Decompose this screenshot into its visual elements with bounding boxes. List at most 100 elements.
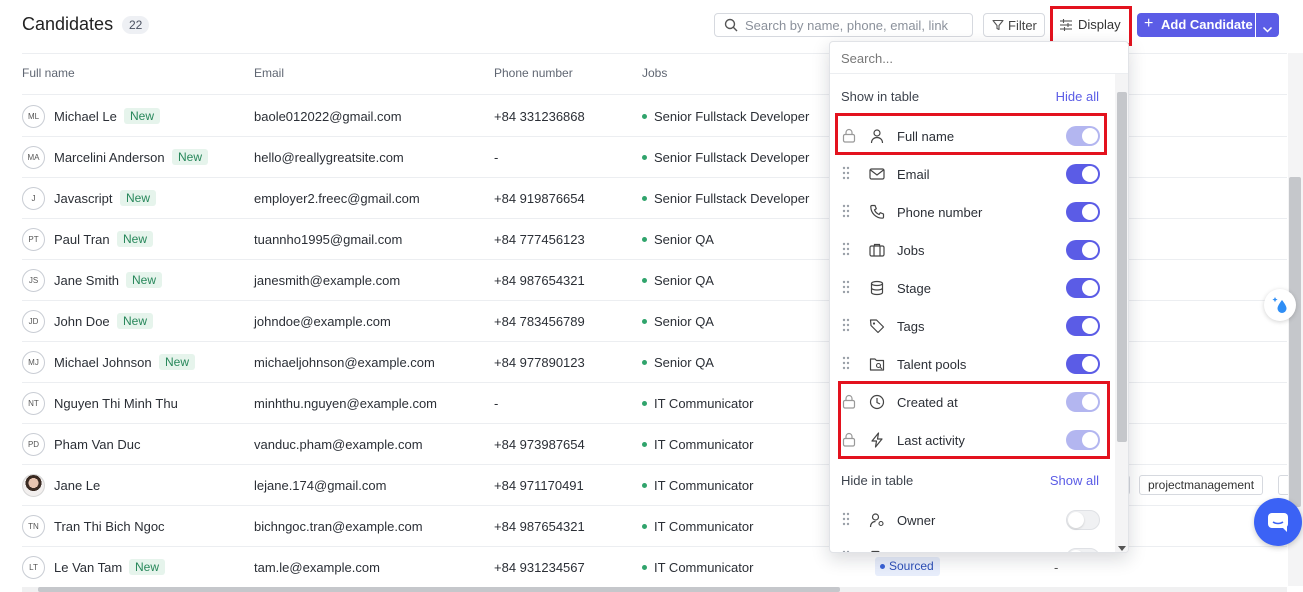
column-item-tags[interactable]: Tags: [830, 307, 1115, 345]
candidate-email: minhthu.nguyen@example.com: [254, 396, 438, 411]
candidate-job: Senior Fullstack Developer: [642, 150, 809, 165]
lock-icon: [842, 394, 856, 412]
chevron-down-icon: [1262, 21, 1273, 39]
column-toggle[interactable]: [1066, 510, 1100, 530]
new-badge: New: [120, 190, 157, 206]
avatar: JS: [22, 269, 45, 292]
avatar: TN: [22, 515, 45, 538]
column-item-jobs[interactable]: Jobs: [830, 231, 1115, 269]
candidate-name[interactable]: Michael Johnson: [54, 355, 152, 370]
panel-scrollbar[interactable]: [1115, 74, 1128, 552]
drag-handle-icon[interactable]: [842, 166, 850, 183]
candidate-phone: +84 919876654: [494, 191, 585, 206]
column-toggle[interactable]: [1066, 202, 1100, 222]
candidate-phone: +84 977890123: [494, 355, 585, 370]
hide-in-table-heading: Hide in table: [841, 473, 914, 488]
scroll-down-arrow[interactable]: [1118, 546, 1126, 551]
column-item-owner[interactable]: Owner: [830, 501, 1115, 539]
panel-search-box[interactable]: [830, 42, 1128, 74]
column-toggle[interactable]: [1066, 548, 1100, 552]
scrollbar-thumb[interactable]: [1289, 177, 1301, 507]
candidate-name[interactable]: Le Van Tam: [54, 560, 122, 575]
drag-handle-icon[interactable]: [842, 242, 850, 259]
drag-handle-icon[interactable]: [842, 318, 850, 335]
column-item-last-activity[interactable]: Last activity: [830, 421, 1115, 459]
drag-handle-icon[interactable]: [842, 512, 850, 529]
horizontal-scrollbar[interactable]: [22, 587, 1287, 592]
scrollbar-thumb[interactable]: [1117, 92, 1127, 442]
drag-handle-icon[interactable]: [842, 280, 850, 297]
candidate-name[interactable]: Javascript: [54, 191, 113, 206]
tag-icon: [869, 318, 885, 337]
avatar: ML: [22, 105, 45, 128]
candidate-name[interactable]: Tran Thi Bich Ngoc: [54, 519, 165, 534]
column-item-phone-number[interactable]: Phone number: [830, 193, 1115, 231]
table-row[interactable]: LT Le Van Tam New tam.le@example.com +84 931…: [22, 547, 1287, 588]
candidate-phone: +84 971170491: [494, 478, 584, 493]
drag-handle-icon[interactable]: [842, 550, 850, 552]
candidate-email: hello@reallygreatsite.com: [254, 150, 404, 165]
candidate-name[interactable]: John Doe: [54, 314, 110, 329]
column-toggle[interactable]: [1066, 164, 1100, 184]
assistant-button[interactable]: [1264, 289, 1296, 321]
add-candidate-button[interactable]: + Add Candidate: [1137, 13, 1255, 37]
candidate-job: Senior QA: [642, 314, 714, 329]
candidate-name[interactable]: Nguyen Thi Minh Thu: [54, 396, 178, 411]
column-toggle[interactable]: [1066, 240, 1100, 260]
column-item-label: Full name: [897, 129, 955, 144]
candidate-job: IT Communicator: [642, 478, 753, 493]
column-toggle[interactable]: [1066, 316, 1100, 336]
lock-icon: [842, 128, 856, 146]
filter-button[interactable]: Filter: [983, 13, 1045, 37]
avatar: NT: [22, 392, 45, 415]
column-toggle[interactable]: [1066, 278, 1100, 298]
chat-button[interactable]: [1254, 498, 1302, 546]
hide-all-link[interactable]: Hide all: [1056, 89, 1099, 104]
display-button[interactable]: Display: [1054, 10, 1128, 40]
display-label: Display: [1078, 17, 1121, 32]
column-item-talent-pools[interactable]: Talent pools: [830, 345, 1115, 383]
column-header-phone[interactable]: Phone number: [494, 66, 573, 80]
add-candidate-label: Add Candidate: [1161, 17, 1253, 32]
column-toggle[interactable]: [1066, 354, 1100, 374]
candidate-name[interactable]: Marcelini Anderson: [54, 150, 165, 165]
mail-icon: [869, 166, 885, 185]
candidate-name[interactable]: Michael Le: [54, 109, 117, 124]
column-item-created-at[interactable]: Created at: [830, 383, 1115, 421]
empty-cell: -: [1054, 560, 1059, 575]
candidate-name[interactable]: Jane Le: [54, 478, 100, 493]
scrollbar-thumb[interactable]: [38, 587, 840, 592]
column-header-jobs[interactable]: Jobs: [642, 66, 667, 80]
drag-handle-icon[interactable]: [842, 204, 850, 221]
filter-label: Filter: [1008, 18, 1037, 33]
column-header-email[interactable]: Email: [254, 66, 284, 80]
column-item-stage[interactable]: Stage: [830, 269, 1115, 307]
candidate-job: IT Communicator: [642, 560, 753, 575]
avatar: MA: [22, 146, 45, 169]
column-item-cv-resume[interactable]: CV/Resume: [830, 539, 1115, 552]
candidate-phone: -: [494, 150, 499, 165]
sparkle-drop-icon: [1271, 295, 1289, 320]
column-toggle: [1066, 392, 1100, 412]
column-item-email[interactable]: Email: [830, 155, 1115, 193]
column-header-full-name[interactable]: Full name: [22, 66, 75, 80]
user-icon: [869, 128, 885, 147]
candidate-name[interactable]: Paul Tran: [54, 232, 110, 247]
panel-search-input[interactable]: [841, 50, 1111, 66]
candidate-count-badge: 22: [122, 16, 150, 34]
candidate-name[interactable]: Jane Smith: [54, 273, 119, 288]
show-all-link[interactable]: Show all: [1050, 473, 1099, 488]
search-input[interactable]: [745, 17, 965, 33]
column-item-full-name[interactable]: Full name: [830, 117, 1115, 155]
tag-chip[interactable]: projectmanagement: [1139, 475, 1264, 495]
new-badge: New: [129, 559, 166, 575]
avatar: PD: [22, 433, 45, 456]
column-item-label: Owner: [897, 513, 936, 528]
candidate-name[interactable]: Pham Van Duc: [54, 437, 140, 452]
search-box[interactable]: [714, 13, 973, 37]
column-item-label: Phone number: [897, 205, 983, 220]
candidate-phone: +84 987654321: [494, 273, 585, 288]
drag-handle-icon[interactable]: [842, 356, 850, 373]
add-candidate-dropdown-button[interactable]: [1256, 13, 1279, 37]
column-item-label: Last activity: [897, 433, 965, 448]
